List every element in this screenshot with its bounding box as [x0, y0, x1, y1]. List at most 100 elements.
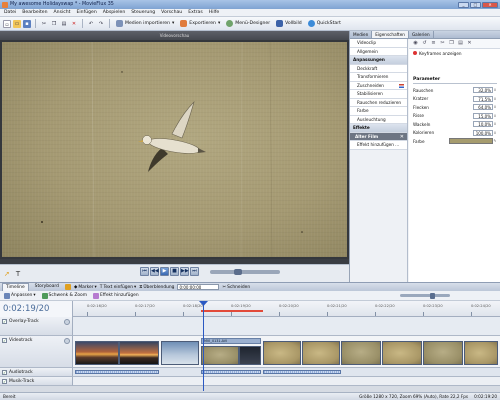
spin-icon[interactable]: ⇕: [493, 97, 497, 101]
open-folder-icon[interactable]: ▭: [13, 19, 21, 28]
param-value[interactable]: 64,0%: [473, 104, 493, 111]
video-clip[interactable]: [161, 341, 199, 365]
save-icon[interactable]: ▪: [23, 19, 31, 28]
playhead-line[interactable]: [203, 301, 204, 391]
track-header-video[interactable]: ✓ Videotrack: [0, 336, 73, 368]
reset-icon[interactable]: ↺: [421, 40, 428, 47]
fx-opacity[interactable]: Deckkraft: [350, 64, 407, 73]
menu-insert[interactable]: Einfügen: [76, 10, 96, 15]
adjust-button[interactable]: Anpassen ▾: [4, 292, 36, 299]
fullscreen-button[interactable]: Vollbild: [274, 19, 304, 29]
track-settings-icon[interactable]: [64, 319, 70, 325]
fx-group-effects[interactable]: Effekte: [350, 124, 407, 133]
music-track-lane[interactable]: [73, 377, 500, 386]
param-value[interactable]: 32,0%: [473, 87, 493, 94]
fx-stabilize[interactable]: Stabilisieren: [350, 90, 407, 99]
menu-play[interactable]: Abspielen: [103, 10, 125, 15]
copy-icon[interactable]: ❐: [448, 40, 455, 47]
spin-icon[interactable]: ⇕: [493, 114, 497, 118]
fx-add-effect[interactable]: Effekt hinzufügen ...: [350, 141, 407, 150]
menu-control[interactable]: Steuerung: [131, 10, 155, 15]
stop-icon[interactable]: ■: [170, 267, 179, 276]
fx-denoise[interactable]: Rauschen reduzieren: [350, 98, 407, 107]
undo-icon[interactable]: ↶: [87, 20, 95, 28]
paste-icon[interactable]: ▤: [457, 40, 464, 47]
audio-clip[interactable]: [75, 370, 159, 374]
fx-videoclip[interactable]: Videoclip: [350, 39, 407, 48]
tab-media[interactable]: Medien: [350, 31, 373, 38]
spin-icon[interactable]: ⇕: [493, 131, 497, 135]
delete-icon[interactable]: ✕: [466, 40, 473, 47]
preview-scrubber[interactable]: [210, 269, 280, 275]
track-visible-checkbox[interactable]: ✓: [2, 379, 7, 384]
rewind-icon[interactable]: ◀◀: [150, 267, 159, 276]
menu-view[interactable]: Ansicht: [54, 10, 71, 15]
forward-icon[interactable]: ▶▶: [180, 267, 189, 276]
timeline-zoom-slider[interactable]: [400, 292, 450, 299]
delete-icon[interactable]: ✕: [70, 20, 78, 28]
track-header-overlay[interactable]: ✓ Overlay-Track: [0, 317, 73, 336]
time-ruler[interactable]: 0:02:16/20 0:02:17/20 0:02:18/20 0:02:19…: [73, 301, 500, 317]
param-value[interactable]: 15,0%: [473, 112, 493, 119]
fx-crop[interactable]: Zuschneiden: [350, 81, 407, 90]
fx-old-film[interactable]: Alter Film ✕: [350, 132, 407, 141]
go-to-start-icon[interactable]: ⏮: [140, 267, 149, 276]
transition-time-input[interactable]: 0:00:00:00: [177, 284, 220, 290]
track-header-music[interactable]: ✓ Musik-Track: [0, 377, 73, 386]
fx-group-adjustments[interactable]: Anpassungen: [350, 56, 407, 65]
menu-extras[interactable]: Extras: [188, 10, 203, 15]
keyframes-toggle[interactable]: Keyframes anzeigen: [409, 49, 500, 57]
spin-icon[interactable]: ⇕: [493, 105, 497, 109]
eyedropper-icon[interactable]: ✎: [493, 139, 497, 143]
track-settings-icon[interactable]: [64, 338, 70, 344]
cut-icon[interactable]: ✂: [40, 20, 48, 28]
menu-file[interactable]: Datei: [4, 10, 16, 15]
export-button[interactable]: Exportieren ▾: [178, 19, 222, 29]
media-import-button[interactable]: Medien importieren ▾: [114, 19, 176, 29]
video-clip[interactable]: [263, 341, 301, 365]
list-icon[interactable]: ≡: [430, 40, 437, 47]
marker-button[interactable]: ◆ Marker ▾: [74, 285, 97, 290]
video-clip[interactable]: [302, 341, 340, 365]
fx-color[interactable]: Farbe: [350, 107, 407, 116]
tab-galleries[interactable]: Galerien: [409, 31, 434, 38]
color-swatch[interactable]: [449, 138, 493, 145]
text-tool-icon[interactable]: T: [16, 270, 20, 278]
maximize-button[interactable]: □: [470, 1, 481, 8]
track-mode-icon[interactable]: [64, 284, 71, 290]
menu-preview[interactable]: Vorschau: [161, 10, 182, 15]
cut-button[interactable]: ✂ Schneiden: [222, 285, 250, 290]
param-value[interactable]: 10,0%: [473, 121, 493, 128]
text-insert-button[interactable]: T Text einfügen ▾: [100, 285, 136, 290]
spin-icon[interactable]: ⇕: [493, 88, 497, 92]
track-header-audio[interactable]: ✓ Audiotrack: [0, 368, 73, 377]
cut-icon[interactable]: ✂: [439, 40, 446, 47]
video-clip[interactable]: [341, 341, 381, 365]
paste-icon[interactable]: ▤: [60, 20, 68, 28]
overlay-track-lane[interactable]: [73, 317, 500, 336]
video-clip[interactable]: [119, 341, 159, 365]
pan-zoom-button[interactable]: Schwenk & Zoom: [41, 292, 87, 299]
video-clip[interactable]: [239, 346, 261, 365]
new-file-icon[interactable]: ▫: [3, 19, 11, 28]
track-visible-checkbox[interactable]: ✓: [2, 370, 7, 375]
video-clip[interactable]: [382, 341, 422, 365]
spin-icon[interactable]: ⇕: [493, 122, 497, 126]
param-value[interactable]: 71,5%: [473, 95, 493, 102]
scrubber-handle[interactable]: [234, 269, 242, 275]
selected-clip-header[interactable]: MVI_0131.AVI: [201, 338, 261, 344]
video-clip[interactable]: [423, 341, 463, 365]
audio-clip[interactable]: [263, 370, 341, 374]
close-button[interactable]: ✕: [482, 1, 498, 8]
fx-lighting[interactable]: Ausleuchtung: [350, 115, 407, 124]
redo-icon[interactable]: ↷: [97, 20, 105, 28]
transition-button[interactable]: ⧖ Überblendung: [139, 284, 174, 291]
pointer-tool-icon[interactable]: ➚: [4, 270, 10, 278]
add-effect-button[interactable]: Effekt hinzufügen: [93, 292, 139, 299]
tab-properties[interactable]: Eigenschaften: [372, 31, 409, 38]
menu-edit[interactable]: Bearbeiten: [22, 10, 47, 15]
tab-storyboard[interactable]: Storyboard: [32, 283, 62, 291]
play-icon[interactable]: ▶: [160, 267, 169, 276]
menu-help[interactable]: Hilfe: [209, 10, 219, 15]
audio-clip[interactable]: [201, 370, 261, 374]
